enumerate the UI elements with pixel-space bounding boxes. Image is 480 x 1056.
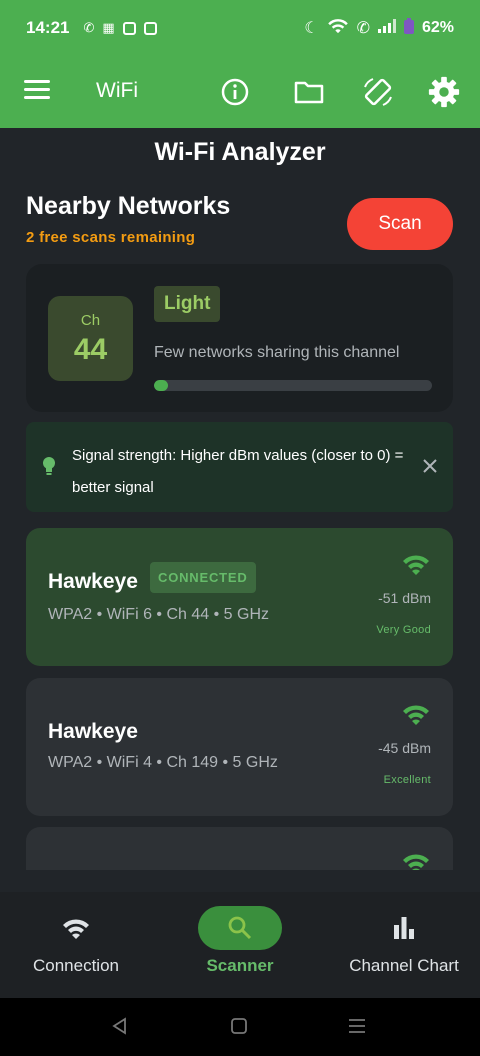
missed-call-icon: ✆ — [83, 20, 95, 35]
congestion-badge: Light — [154, 286, 221, 322]
channel-number: 44 — [73, 333, 108, 366]
network-item[interactable]: Hawkeye WPA2 • WiFi 4 • Ch 149 • 5 GHz -… — [26, 678, 453, 816]
status-bar: 14:21 ✆ ▦ ☾ ✆ 62% — [0, 0, 480, 56]
channel-congestion-card: Ch 44 Light Few networks sharing this ch… — [26, 264, 453, 412]
network-meta: WPA2 • WiFi 4 • Ch 149 • 5 GHz — [48, 754, 278, 771]
scan-button[interactable]: Scan — [347, 198, 453, 250]
notification-icons: ✆ ▦ — [83, 20, 157, 36]
signal-tip: Signal strength: Higher dBm values (clos… — [26, 422, 453, 512]
battery-icon — [403, 17, 414, 39]
bar-chart-icon — [362, 906, 446, 950]
home-icon[interactable] — [230, 1016, 248, 1041]
cell-signal-icon — [377, 18, 396, 38]
rotate-screen-icon[interactable] — [361, 75, 395, 109]
network-item[interactable] — [26, 827, 453, 870]
nav-scanner[interactable]: Scanner — [164, 892, 316, 998]
channel-box: Ch 44 — [48, 296, 133, 381]
network-list[interactable]: Hawkeye CONNECTED WPA2 • WiFi 6 • Ch 44 … — [26, 528, 453, 870]
grid-icon: ▦ — [102, 20, 115, 35]
section-title: Nearby Networks — [26, 192, 231, 220]
nav-scanner-label: Scanner — [206, 956, 274, 975]
settings-gear-icon[interactable] — [427, 75, 461, 109]
toolbar-title: WiFi — [96, 79, 138, 102]
app-notification-icon — [122, 21, 136, 35]
info-icon[interactable] — [218, 75, 252, 109]
nav-channel-chart[interactable]: Channel Chart — [328, 892, 480, 998]
wifi-signal-icon — [401, 851, 431, 870]
signal-quality: Excellent — [383, 774, 431, 786]
status-right: ☾ ✆ 62% — [304, 17, 454, 39]
wifi-status-icon — [327, 18, 349, 39]
back-icon[interactable] — [110, 1016, 128, 1041]
nav-connection[interactable]: Connection — [0, 892, 152, 998]
download-icon — [143, 21, 157, 35]
nav-channel-chart-label: Channel Chart — [349, 956, 459, 975]
scans-remaining: 2 free scans remaining — [26, 229, 196, 246]
tip-text: Signal strength: Higher dBm values (clos… — [72, 447, 404, 496]
network-meta: WPA2 • WiFi 6 • Ch 44 • 5 GHz — [48, 606, 269, 623]
app-title: Wi-Fi Analyzer — [154, 138, 326, 166]
network-item[interactable]: Hawkeye CONNECTED WPA2 • WiFi 6 • Ch 44 … — [26, 528, 453, 666]
congestion-bar-fill — [154, 380, 168, 391]
bottom-navigation: Connection Scanner Channel Chart — [0, 892, 480, 998]
network-ssid: Hawkeye — [48, 720, 138, 743]
signal-quality: Very Good — [376, 624, 431, 636]
recents-menu-icon[interactable] — [348, 1016, 366, 1041]
nav-connection-label: Connection — [32, 956, 119, 975]
congestion-description: Few networks sharing this channel — [154, 344, 400, 361]
app-toolbar: WiFi — [0, 56, 480, 128]
signal-dbm: -45 dBm — [378, 740, 431, 756]
battery-percent: 62% — [421, 19, 454, 36]
congestion-bar — [154, 380, 432, 391]
moon-icon: ☾ — [304, 20, 319, 37]
wifi-icon — [34, 906, 118, 950]
search-icon — [198, 906, 282, 950]
channel-label: Ch — [80, 312, 101, 329]
close-icon[interactable] — [421, 457, 439, 475]
status-time: 14:21 — [26, 18, 70, 37]
wifi-signal-icon — [401, 702, 431, 731]
wifi-call-icon: ✆ — [356, 20, 370, 37]
wifi-signal-icon — [401, 552, 431, 581]
menu-icon[interactable] — [24, 80, 50, 102]
signal-dbm: -51 dBm — [378, 590, 431, 606]
lightbulb-icon — [42, 456, 56, 481]
connected-badge: CONNECTED — [150, 562, 256, 593]
network-ssid: Hawkeye — [48, 570, 138, 593]
system-navigation-bar — [0, 998, 480, 1056]
section-header: Nearby Networks 2 free scans remaining — [26, 192, 230, 246]
folder-icon[interactable] — [292, 75, 326, 109]
